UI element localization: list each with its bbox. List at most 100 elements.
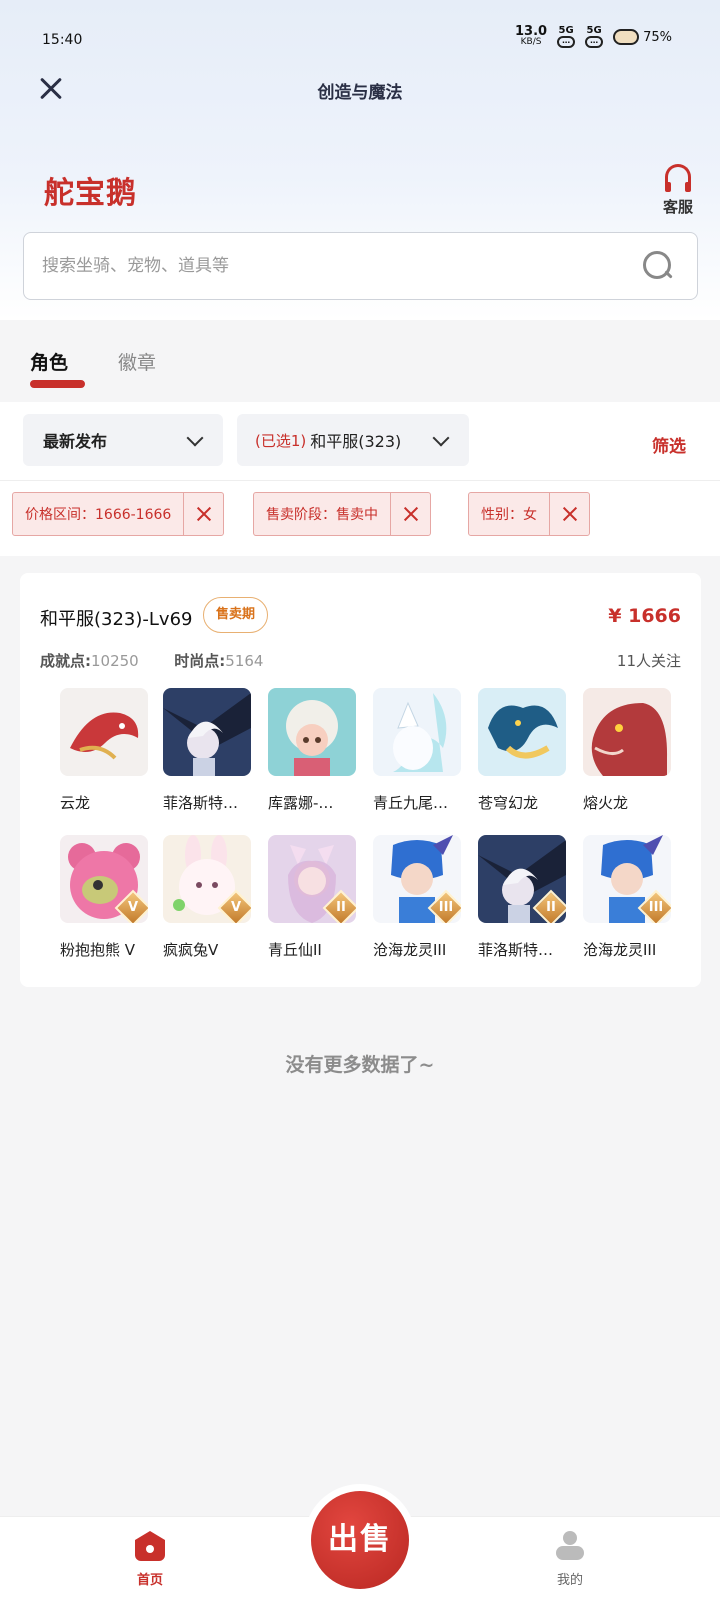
search-input[interactable]	[42, 233, 642, 299]
chevron-down-icon	[432, 429, 450, 447]
list-item[interactable]: V 粉抱抱熊 V	[60, 835, 160, 960]
dark-dragon-rider-icon: II	[478, 835, 566, 923]
list-item[interactable]: 库露娜-…	[268, 688, 368, 813]
sort-label: 最新发布	[43, 432, 108, 451]
signal-icon-1: 5G …	[557, 25, 576, 48]
item-name: 粉抱抱熊 V	[60, 941, 136, 959]
fashion-label: 时尚点:	[174, 652, 226, 670]
divider	[0, 480, 720, 481]
close-icon[interactable]	[390, 493, 430, 535]
item-name: 菲洛斯特…	[163, 794, 239, 812]
status-badge: 售卖期	[203, 597, 269, 633]
rank-label: II	[546, 900, 556, 915]
blue-dragon-girl-icon: III	[583, 835, 671, 923]
chip-label: 性别：女	[481, 507, 537, 523]
nav-mine[interactable]: 我的	[548, 1531, 592, 1588]
filter-chip-stage: 售卖阶段：售卖中	[253, 492, 431, 536]
red-gold-dragon-icon	[60, 688, 148, 776]
list-item[interactable]: 云龙	[60, 688, 160, 813]
nav-home[interactable]: 首页	[128, 1531, 172, 1588]
list-item[interactable]: II 菲洛斯特…	[478, 835, 578, 960]
nav-home-label: 首页	[136, 1573, 163, 1588]
list-item[interactable]: III 沧海龙灵III	[373, 835, 473, 960]
close-icon[interactable]	[183, 493, 223, 535]
status-bar: 15:40 13.0 KB/S 5G … 5G … 75%	[0, 0, 720, 64]
title-bar: 创造与魔法	[0, 64, 720, 118]
search-icon[interactable]	[643, 251, 673, 281]
pink-bear-icon: V	[60, 835, 148, 923]
dark-dragon-rider-icon	[163, 688, 251, 776]
listing-price: ¥ 1666	[608, 605, 681, 627]
chip-label: 价格区间：1666-1666	[25, 507, 172, 523]
active-tab-indicator	[30, 380, 85, 388]
brand-logo: 舵宝鹅	[44, 176, 137, 211]
chip-label: 售卖阶段：售卖中	[266, 507, 378, 523]
net-speed-value: 13.0	[515, 24, 548, 39]
red-dragon-icon	[583, 688, 671, 776]
filter-chip-gender: 性别：女	[468, 492, 590, 536]
item-name: 熔火龙	[583, 794, 629, 812]
chevron-down-icon	[186, 429, 204, 447]
list-item[interactable]: II 青丘仙II	[268, 835, 368, 960]
list-item[interactable]: 青丘九尾…	[373, 688, 473, 813]
tab-role[interactable]: 角色	[30, 348, 68, 375]
home-icon	[135, 1531, 165, 1561]
customer-service-button[interactable]: 客服	[658, 164, 698, 217]
follower-count: 11人关注	[616, 652, 681, 670]
server-dropdown[interactable]: (已选1) 和平服(323)	[237, 414, 469, 466]
sim1-label: 5G	[558, 25, 574, 36]
rank-label: V	[127, 900, 139, 915]
item-name: 苍穹幻龙	[478, 794, 539, 812]
list-item[interactable]: III 沧海龙灵III	[583, 835, 683, 960]
blue-dragon-icon	[478, 688, 566, 776]
filter-panel: 最新发布 (已选1) 和平服(323) 筛选 价格区间：1666-1666 售卖…	[0, 402, 720, 556]
rank-label: III	[438, 900, 454, 915]
rank-label: III	[648, 900, 664, 915]
item-name: 菲洛斯特…	[478, 941, 554, 959]
list-item[interactable]: 菲洛斯特…	[163, 688, 263, 813]
achievement-value: 10250	[91, 652, 139, 670]
signal-icon-2: 5G …	[585, 25, 604, 48]
end-of-list-text: 没有更多数据了~	[285, 1054, 435, 1076]
listing-title: 和平服(323)-Lv69	[40, 609, 193, 630]
net-speed-unit: KB/S	[520, 37, 542, 47]
item-name: 沧海龙灵III	[583, 941, 657, 959]
status-icons: 13.0 KB/S 5G … 5G … 75%	[515, 24, 672, 48]
white-rabbit-icon: V	[163, 835, 251, 923]
user-icon	[555, 1531, 585, 1561]
item-name: 库露娜-…	[268, 794, 334, 812]
item-name: 青丘九尾…	[373, 794, 449, 812]
white-fox-icon	[373, 688, 461, 776]
sim2-label: 5G	[586, 25, 602, 36]
rank-label: II	[336, 900, 346, 915]
tab-badge[interactable]: 徽章	[118, 348, 156, 375]
nav-mine-label: 我的	[556, 1573, 583, 1588]
item-name: 疯疯兔V	[163, 941, 219, 959]
list-item[interactable]: 熔火龙	[583, 688, 683, 813]
fox-girl-icon: II	[268, 835, 356, 923]
battery-icon: 75%	[613, 29, 672, 45]
fashion-value: 5164	[225, 652, 264, 670]
rank-label: V	[230, 900, 242, 915]
achievement-label: 成就点:	[40, 652, 91, 670]
category-tabs: 角色 徽章	[0, 318, 720, 394]
search-bar	[23, 232, 698, 300]
filter-chip-price: 价格区间：1666-1666	[12, 492, 225, 536]
sort-dropdown[interactable]: 最新发布	[23, 414, 223, 466]
list-item[interactable]: V 疯疯兔V	[163, 835, 263, 960]
battery-level: 75%	[643, 29, 672, 45]
item-name: 青丘仙II	[268, 941, 322, 959]
listing-stats: 成就点:10250 时尚点:5164	[40, 650, 263, 671]
page-title: 创造与魔法	[317, 83, 403, 103]
server-label: 和平服(323)	[310, 432, 402, 451]
item-name: 云龙	[60, 794, 91, 812]
sheep-girl-icon	[268, 688, 356, 776]
filter-button[interactable]: 筛选	[652, 432, 686, 457]
item-name: 沧海龙灵III	[373, 941, 447, 959]
server-selected-count: (已选1)	[255, 431, 307, 450]
blue-dragon-girl-icon: III	[373, 835, 461, 923]
close-icon[interactable]	[549, 493, 589, 535]
list-item[interactable]: 苍穹幻龙	[478, 688, 578, 813]
sell-button[interactable]: 出售	[311, 1491, 409, 1589]
listing-card[interactable]: 和平服(323)-Lv69 售卖期 ¥ 1666 成就点:10250 时尚点:5…	[20, 573, 701, 987]
